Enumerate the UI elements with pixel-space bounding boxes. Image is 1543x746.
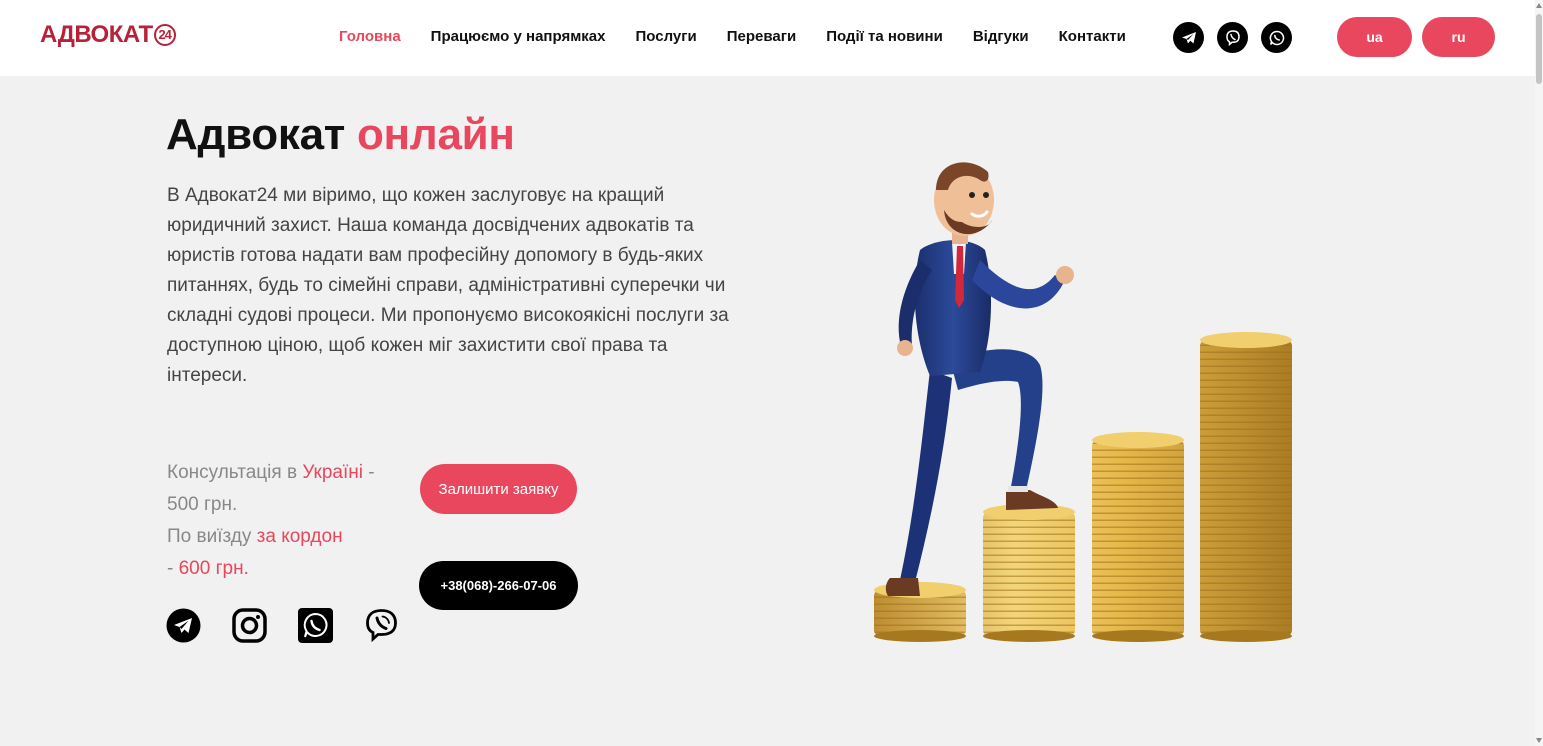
scrollbar[interactable] [1535,0,1543,746]
main-nav: Головна Працюємо у напрямках Послуги Пер… [339,28,1156,45]
header-social-links [1173,22,1305,53]
consult-abroad-price-line: - 600 грн. [167,553,407,585]
whatsapp-icon[interactable] [298,608,333,643]
logo-text: АДВОКАТ [40,21,153,48]
logo[interactable]: АДВОКАТ 24 [40,21,176,49]
hero-title-main: Адвокат [166,110,345,159]
lang-ru-button[interactable]: ru [1422,17,1495,57]
scrollbar-thumb[interactable] [1536,14,1542,84]
consult-abroad-line: По виїзду за кордон [167,521,407,553]
viber-icon[interactable] [1217,22,1248,53]
consultation-prices: Консультація в Україні - 500 грн. По виї… [167,457,407,585]
telegram-icon[interactable] [1173,22,1204,53]
hero-illustration [860,150,1300,650]
hero-description: В Адвокат24 ми віримо, що кожен заслугов… [167,185,729,386]
telegram-icon[interactable] [166,608,201,643]
consult-abroad-accent: за кордон [256,526,343,547]
nav-item-directions[interactable]: Працюємо у напрямках [431,28,606,45]
logo-badge: 24 [153,24,176,46]
nav-item-reviews[interactable]: Відгуки [973,28,1029,45]
consult-abroad-dash: - [167,558,179,579]
nav-item-home[interactable]: Головна [339,28,401,45]
consult-ukraine-label: Консультація в [167,462,303,483]
consult-ukraine-accent: Україні [302,462,363,483]
consult-abroad-price: 600 грн. [178,558,249,579]
nav-item-news[interactable]: Події та новини [826,28,943,45]
hero-title: Адвокат онлайн [166,110,515,160]
phone-button[interactable]: +38(068)-266-07-06 [419,561,578,610]
hero-title-accent: онлайн [356,110,515,159]
nav-item-contacts[interactable]: Контакти [1059,28,1126,45]
consult-ukraine-line: Консультація в Україні - [167,457,407,489]
viber-icon[interactable] [364,608,399,643]
hero-social-links [166,608,406,644]
consult-ukraine-price: 500 грн. [167,494,238,515]
instagram-icon[interactable] [232,608,267,643]
lang-ua-button[interactable]: ua [1337,17,1412,57]
whatsapp-icon[interactable] [1261,22,1292,53]
consult-abroad-label: По виїзду [167,526,257,547]
nav-item-services[interactable]: Послуги [635,28,696,45]
consult-ukraine-dash: - [362,462,375,483]
site-header: АДВОКАТ 24 Головна Працюємо у напрямках П… [0,0,1535,76]
request-button[interactable]: Залишити заявку [420,464,577,514]
scroll-up-arrow-icon[interactable] [1536,3,1542,8]
nav-item-advantages[interactable]: Переваги [727,28,796,45]
scroll-down-arrow-icon[interactable] [1536,738,1542,743]
